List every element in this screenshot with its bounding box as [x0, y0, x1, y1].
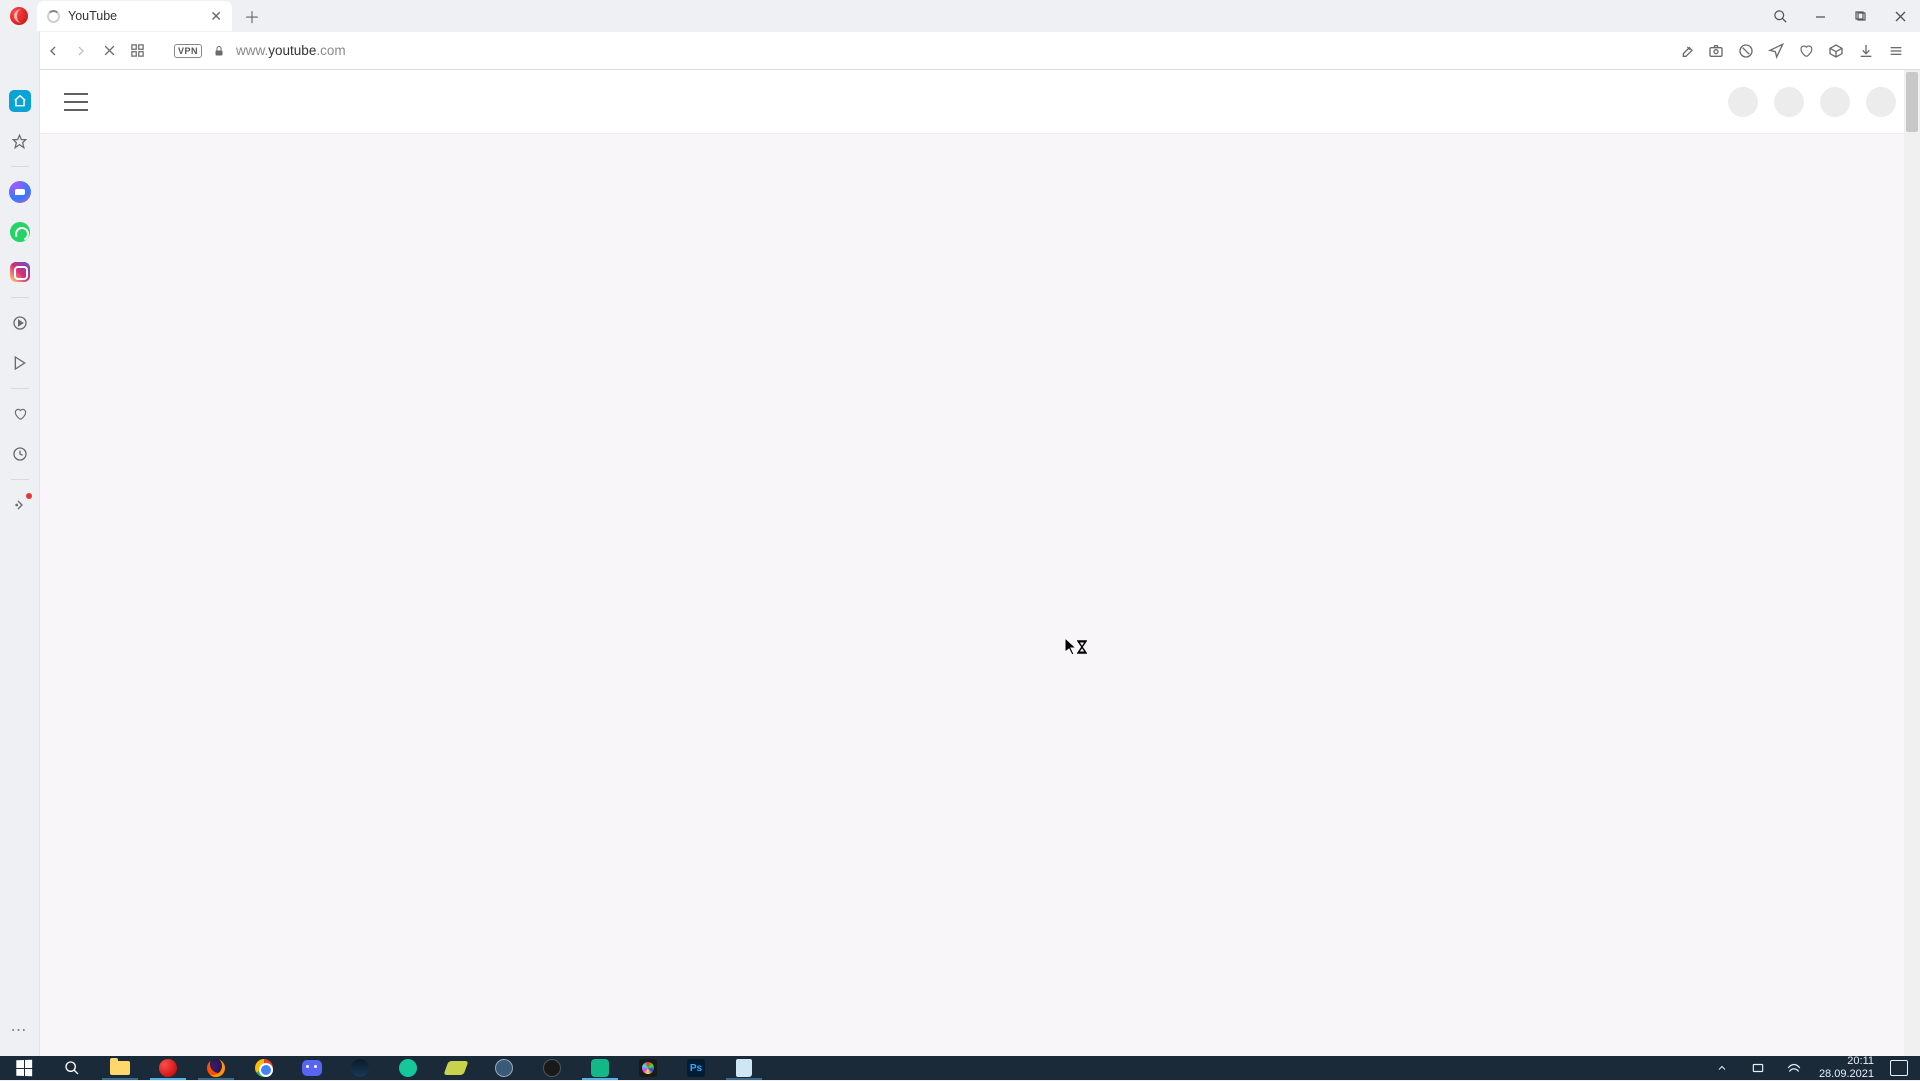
taskbar-chrome-button[interactable]: [240, 1056, 288, 1080]
send-icon[interactable]: [1766, 41, 1786, 61]
sidebar-workspace-star-icon[interactable]: [9, 130, 31, 152]
notepad-icon: [733, 1057, 755, 1079]
explorer-icon: [109, 1057, 131, 1079]
nav-forward-button[interactable]: [68, 38, 94, 64]
vpn-badge[interactable]: VPN: [174, 44, 202, 58]
opera-sidebar: ⋯: [0, 32, 40, 1056]
window-maximize-button[interactable]: [1840, 0, 1880, 32]
url-host: youtube: [268, 43, 316, 58]
youtube-body-loading: [40, 134, 1920, 1056]
windows-taskbar: Ps 20:11 28.09.2021: [0, 1056, 1920, 1080]
sidebar-more-button[interactable]: ⋯: [11, 1020, 29, 1040]
app-globe-icon: [493, 1057, 515, 1079]
easy-setup-icon[interactable]: [1886, 41, 1906, 61]
window-minimize-button[interactable]: [1800, 0, 1840, 32]
lock-icon[interactable]: [210, 44, 228, 58]
taskbar-discord-button[interactable]: [288, 1056, 336, 1080]
taskbar-obs-button[interactable]: [528, 1056, 576, 1080]
mouse-cursor-busy-icon: [1065, 638, 1085, 652]
taskbar-streamlabs-button[interactable]: [576, 1056, 624, 1080]
bookmark-edit-icon[interactable]: [1676, 41, 1696, 61]
clock-date: 28.09.2021: [1819, 1068, 1874, 1081]
tray-show-hidden-icon[interactable]: [1711, 1057, 1733, 1079]
skeleton-placeholder-icon: [1820, 87, 1850, 117]
app-teal-icon: [397, 1057, 419, 1079]
skeleton-placeholder-icon: [1866, 87, 1896, 117]
taskbar-steam-button[interactable]: [336, 1056, 384, 1080]
downloads-icon[interactable]: [1856, 41, 1876, 61]
heart-icon[interactable]: [1796, 41, 1816, 61]
youtube-header-skeleton: [1728, 87, 1896, 117]
taskbar-opera-button[interactable]: [144, 1056, 192, 1080]
scrollbar-thumb[interactable]: [1906, 72, 1918, 132]
discord-icon: [301, 1057, 323, 1079]
taskbar-photoshop-button[interactable]: Ps: [672, 1056, 720, 1080]
tray-nvidia-icon[interactable]: [1747, 1057, 1769, 1079]
clock-time: 20:11: [1819, 1055, 1874, 1068]
tab-title: YouTube: [68, 9, 117, 23]
taskbar-app-yellow-button[interactable]: [432, 1056, 480, 1080]
new-tab-button[interactable]: ＋: [240, 4, 264, 28]
sidebar-player-icon[interactable]: [9, 312, 31, 334]
sidebar-whatsapp-icon[interactable]: [9, 221, 31, 243]
nav-stop-button[interactable]: [96, 38, 122, 64]
youtube-header: [40, 70, 1920, 134]
tab-close-button[interactable]: ✕: [210, 9, 222, 23]
sidebar-messenger-icon[interactable]: [9, 181, 31, 203]
skeleton-placeholder-icon: [1774, 87, 1804, 117]
chrome-icon: [253, 1057, 275, 1079]
resolve-icon: [637, 1057, 659, 1079]
extensions-icon[interactable]: [1826, 41, 1846, 61]
browser-tab[interactable]: YouTube ✕: [37, 1, 232, 31]
skeleton-placeholder-icon: [1728, 87, 1758, 117]
app-yellow-icon: [445, 1057, 467, 1079]
opera-menu-button[interactable]: [10, 7, 28, 25]
sidebar-pinboards-heart-icon[interactable]: [9, 403, 31, 425]
taskbar-app-teal-button[interactable]: [384, 1056, 432, 1080]
taskbar-start-button[interactable]: [0, 1056, 48, 1080]
page-viewport: [40, 70, 1920, 1056]
taskbar-resolve-button[interactable]: [624, 1056, 672, 1080]
tab-strip: YouTube ✕ ＋: [0, 0, 1920, 32]
url-suffix: .com: [316, 43, 345, 58]
opera-icon: [157, 1057, 179, 1079]
firefox-icon: [205, 1057, 227, 1079]
sidebar-workspace-home-icon[interactable]: [9, 90, 31, 112]
taskbar-notepad-button[interactable]: [720, 1056, 768, 1080]
address-bar: VPN www.youtube.com: [0, 32, 1920, 70]
steam-icon: [349, 1057, 371, 1079]
scrollbar-track[interactable]: [1904, 70, 1920, 1056]
start-icon: [13, 1057, 35, 1079]
window-close-button[interactable]: [1880, 0, 1920, 32]
taskbar-clock[interactable]: 20:11 28.09.2021: [1819, 1055, 1874, 1080]
taskbar-firefox-button[interactable]: [192, 1056, 240, 1080]
sidebar-history-icon[interactable]: [9, 443, 31, 465]
streamlabs-icon: [589, 1057, 611, 1079]
sidebar-instagram-icon[interactable]: [9, 261, 31, 283]
url-field[interactable]: www.youtube.com: [230, 43, 1674, 58]
search-tabs-button[interactable]: [1760, 0, 1800, 32]
youtube-menu-button[interactable]: [64, 93, 88, 111]
url-prefix: www.: [236, 43, 268, 58]
snapshot-icon[interactable]: [1706, 41, 1726, 61]
obs-icon: [541, 1057, 563, 1079]
nav-back-button[interactable]: [40, 38, 66, 64]
sidebar-flow-icon[interactable]: [9, 352, 31, 374]
search-icon: [61, 1057, 83, 1079]
taskbar-explorer-button[interactable]: [96, 1056, 144, 1080]
adblock-icon[interactable]: [1736, 41, 1756, 61]
tray-network-icon[interactable]: [1783, 1057, 1805, 1079]
loading-spinner-icon: [47, 10, 60, 23]
photoshop-icon: Ps: [685, 1057, 707, 1079]
sidebar-personal-news-icon[interactable]: [9, 494, 31, 516]
tray-notifications-icon[interactable]: [1888, 1057, 1910, 1079]
taskbar-app-globe-button[interactable]: [480, 1056, 528, 1080]
speed-dial-button[interactable]: [124, 38, 150, 64]
taskbar-search-button[interactable]: [48, 1056, 96, 1080]
